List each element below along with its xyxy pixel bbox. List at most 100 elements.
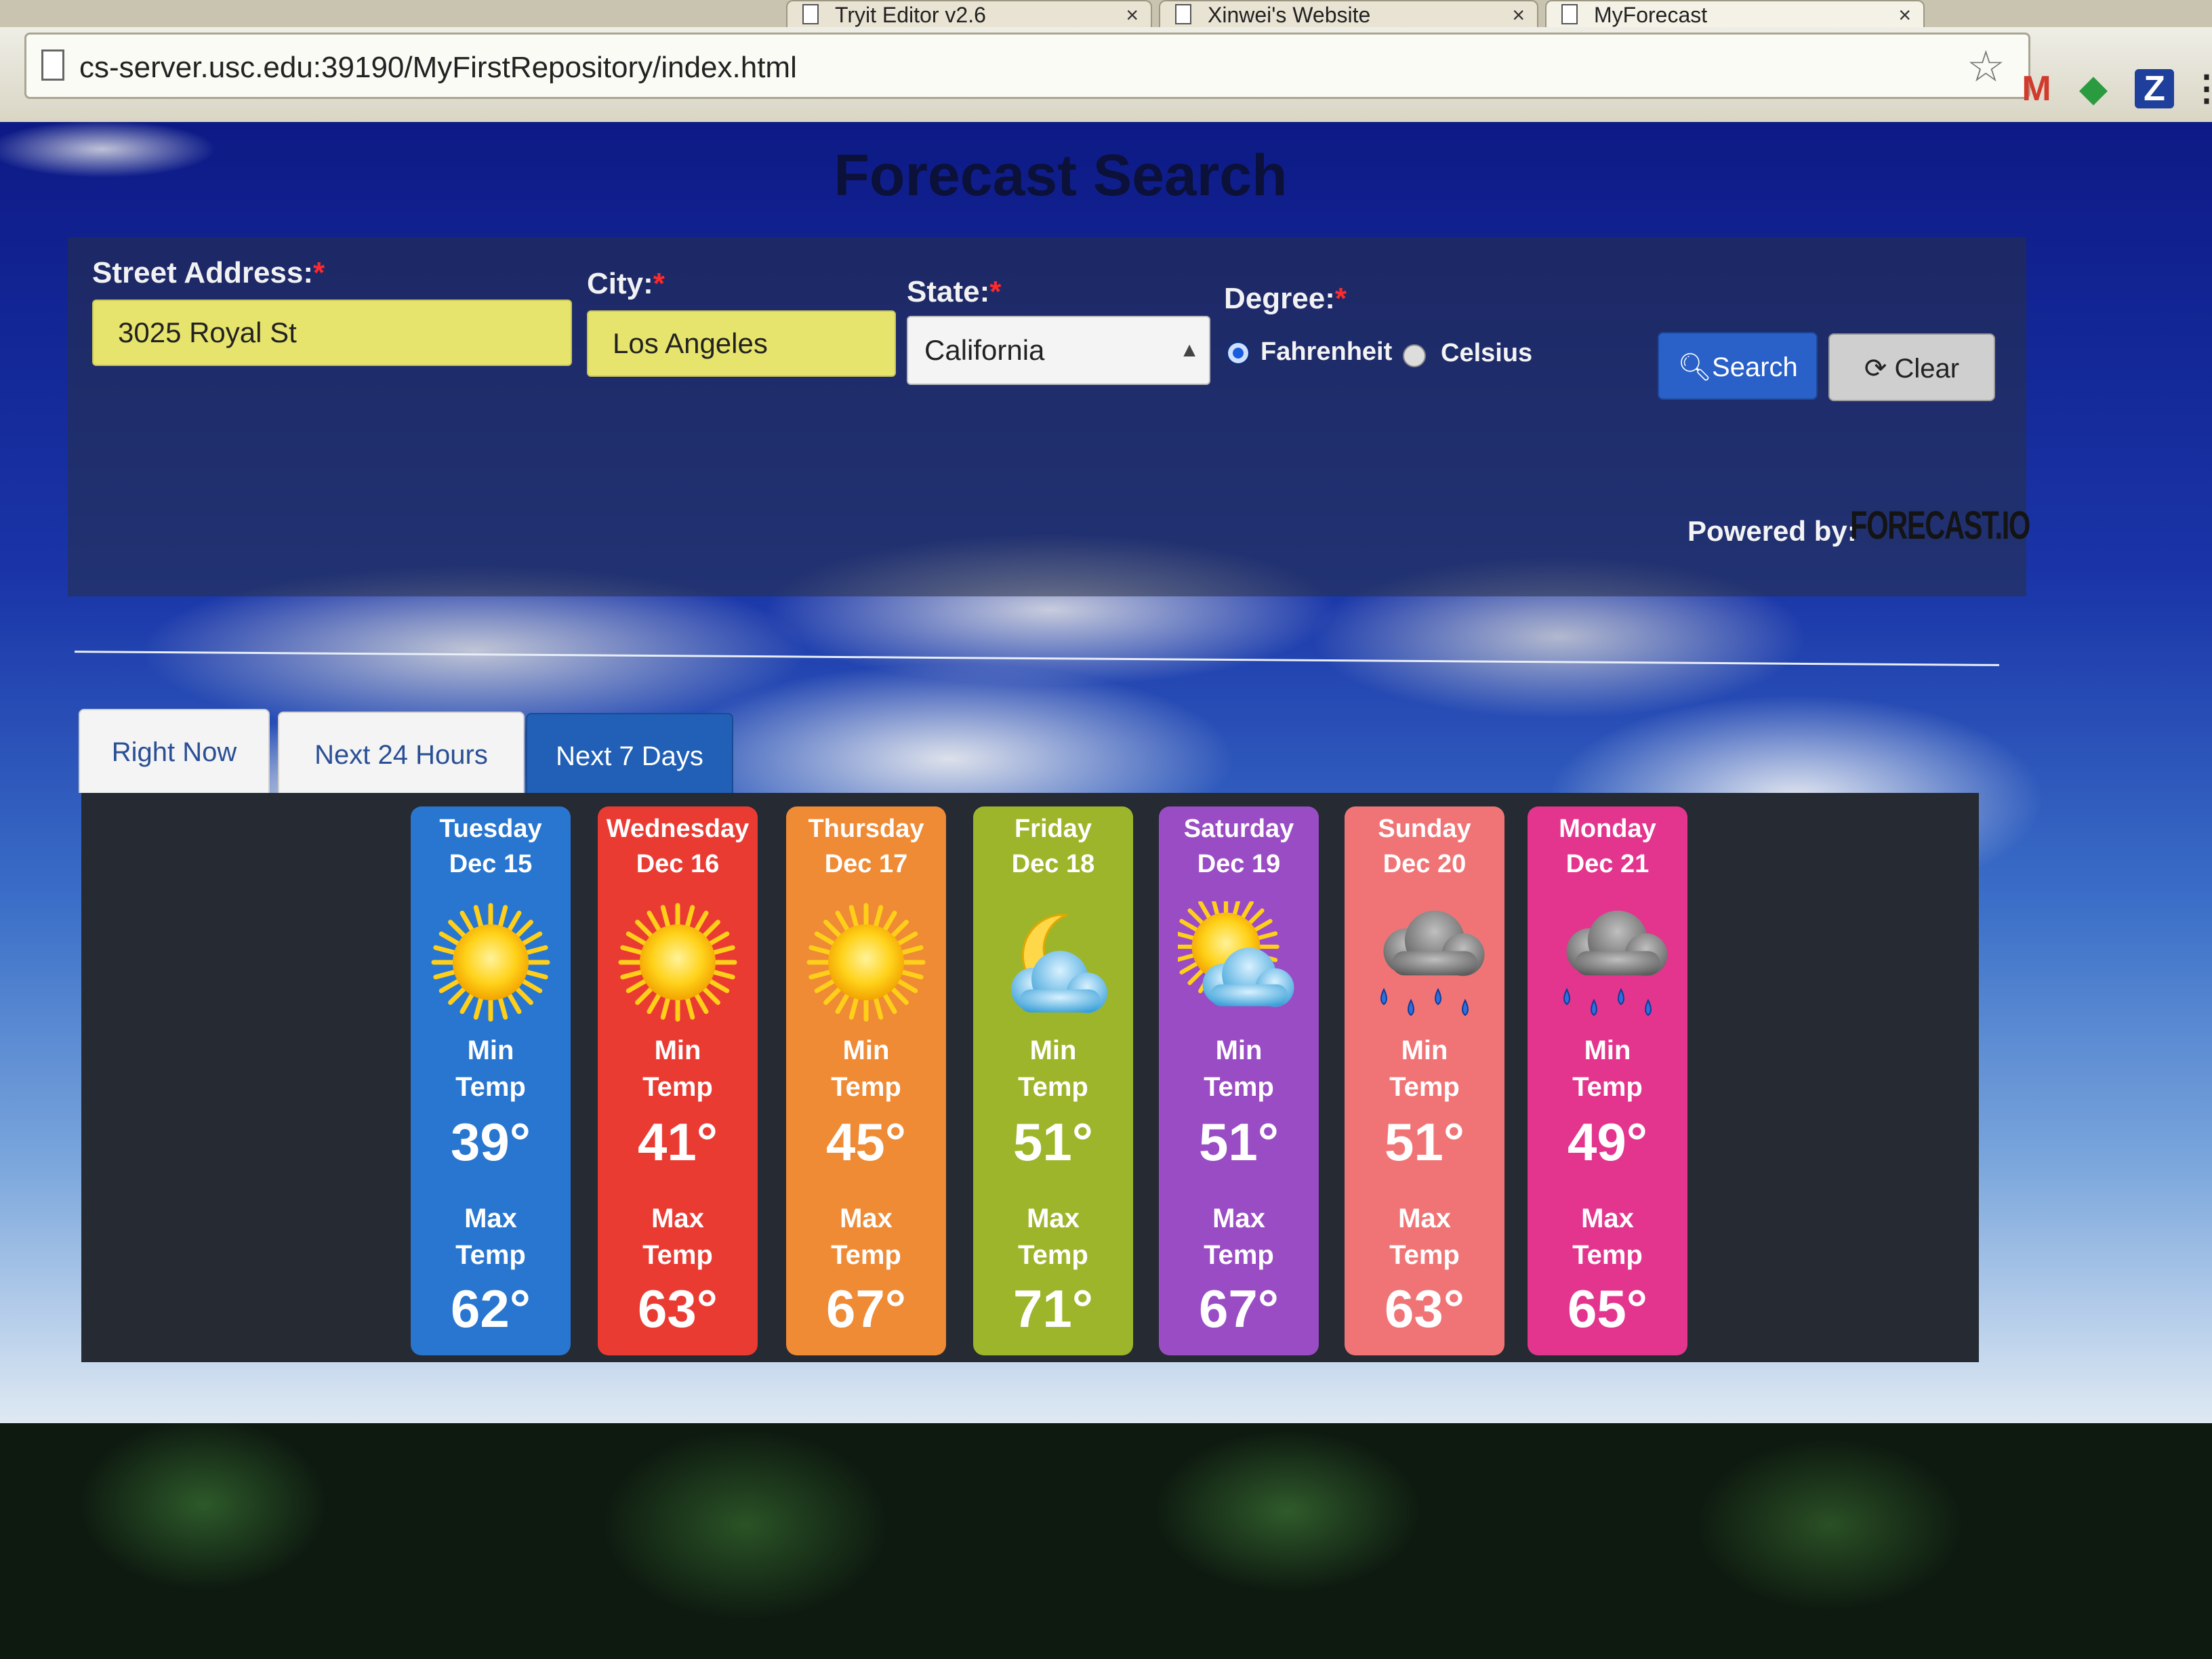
max-temp: 65° <box>1568 1279 1647 1338</box>
temp-label: Temp <box>642 1072 713 1102</box>
min-temp: 39° <box>451 1112 531 1172</box>
temp-label: Temp <box>1389 1240 1460 1270</box>
tab-favicon-icon <box>802 4 819 24</box>
min-temp: 49° <box>1568 1112 1647 1172</box>
tab-close-icon[interactable]: × <box>1898 1 1911 28</box>
celsius-radio[interactable] <box>1403 344 1426 367</box>
sun-icon <box>805 901 927 1023</box>
max-temp: 63° <box>1385 1279 1465 1338</box>
page-icon <box>41 49 64 81</box>
sun-icon <box>430 901 552 1023</box>
browser-menu-icon[interactable]: ⋮ <box>2189 69 2212 108</box>
tab-title: Xinwei's Website <box>1208 3 1371 27</box>
day-name: Thursday <box>808 815 924 843</box>
tab-right-now[interactable]: Right Now <box>79 709 270 793</box>
max-temp: 71° <box>1013 1279 1093 1338</box>
min-label: Min <box>842 1036 890 1065</box>
max-label: Max <box>1581 1204 1634 1233</box>
day-date: Dec 21 <box>1565 850 1650 878</box>
section-divider <box>75 651 1999 666</box>
temp-label: Temp <box>455 1072 526 1102</box>
day-name: Monday <box>1559 815 1656 843</box>
search-button[interactable]: 🔍︎Search <box>1658 332 1818 400</box>
min-label: Min <box>1215 1036 1263 1065</box>
state-select[interactable]: California ▲ <box>907 316 1210 385</box>
maps-extension-icon[interactable]: ◆ <box>2074 69 2113 108</box>
day-name: Tuesday <box>439 815 542 843</box>
day-card-saturday: Saturday Dec 19 Min Temp 51° Max Temp 67… <box>1159 806 1319 1355</box>
max-label: Max <box>464 1204 517 1233</box>
min-label: Min <box>1029 1036 1077 1065</box>
temp-label: Temp <box>1572 1240 1643 1270</box>
temp-label: Temp <box>1389 1072 1460 1102</box>
temp-label: Temp <box>1204 1072 1274 1102</box>
required-mark: * <box>313 256 325 289</box>
tab-title: Tryit Editor v2.6 <box>835 3 986 27</box>
forecast-page: Forecast Search Street Address:* 3025 Ro… <box>0 122 2212 1423</box>
address-bar[interactable]: cs-server.usc.edu:39190/MyFirstRepositor… <box>24 33 2030 99</box>
day-date: Dec 20 <box>1382 850 1467 878</box>
gmail-extension-icon[interactable]: M <box>2017 69 2056 108</box>
tab-title: MyForecast <box>1594 3 1708 27</box>
address-url[interactable]: cs-server.usc.edu:39190/MyFirstRepositor… <box>79 51 797 85</box>
browser-tab-strip: Tryit Editor v2.6 × Xinwei's Website × M… <box>0 0 2212 27</box>
required-mark: * <box>653 267 665 300</box>
min-temp: 51° <box>1385 1112 1465 1172</box>
max-label: Max <box>1027 1204 1080 1233</box>
day-card-sunday: Sunday Dec 20 Min Temp 51° Max Temp 63° <box>1345 806 1504 1355</box>
tab-favicon-icon <box>1175 4 1191 24</box>
celsius-label[interactable]: Celsius <box>1441 339 1532 368</box>
city-input[interactable]: Los Angeles <box>587 310 896 377</box>
tab-close-icon[interactable]: × <box>1512 1 1525 28</box>
page-title: Forecast Search <box>834 143 1288 208</box>
browser-tab-tryit[interactable]: Tryit Editor v2.6 × <box>786 0 1152 27</box>
day-card-monday: Monday Dec 21 Min Temp 49° Max Temp 65° <box>1528 806 1687 1355</box>
tab-next-7-days[interactable]: Next 7 Days <box>526 713 733 797</box>
street-address-input[interactable]: 3025 Royal St <box>92 300 572 366</box>
day-name: Wednesday <box>606 815 750 843</box>
temp-label: Temp <box>455 1240 526 1270</box>
day-name: Friday <box>1014 815 1092 843</box>
min-label: Min <box>654 1036 701 1065</box>
forecast-io-logo[interactable]: FORECAST.IO <box>1850 503 2030 548</box>
refresh-icon: ⟳ <box>1864 354 1895 384</box>
rain-cloud-icon <box>1547 901 1668 1023</box>
max-temp: 67° <box>826 1279 906 1338</box>
temp-label: Temp <box>642 1240 713 1270</box>
day-name: Saturday <box>1183 815 1294 843</box>
browser-tab-myforecast[interactable]: MyForecast × <box>1545 0 1925 27</box>
degree-label: Degree:* <box>1224 282 1347 315</box>
min-label: Min <box>1584 1036 1631 1065</box>
clear-button[interactable]: ⟳ Clear <box>1828 333 1995 401</box>
fahrenheit-radio[interactable] <box>1227 342 1250 365</box>
min-label: Min <box>1401 1036 1448 1065</box>
day-date: Dec 17 <box>824 850 908 878</box>
day-card-wednesday: Wednesday Dec 16 Min Temp 41° Max Temp 6… <box>598 806 758 1355</box>
max-label: Max <box>1398 1204 1451 1233</box>
city-label: City:* <box>587 267 665 300</box>
day-card-friday: Friday Dec 18 Min Temp 51° Max Temp 71° <box>973 806 1133 1355</box>
seven-day-panel: Tuesday Dec 15 Min Temp 39° Max Temp 62°… <box>81 793 1979 1362</box>
street-label: Street Address:* <box>92 256 325 289</box>
fahrenheit-label[interactable]: Fahrenheit <box>1261 337 1392 367</box>
sun-cloud-icon <box>1172 893 1300 1023</box>
rain-cloud-icon <box>1364 901 1486 1023</box>
max-label: Max <box>651 1204 704 1233</box>
tab-close-icon[interactable]: × <box>1126 1 1139 28</box>
tab-next-24-hours[interactable]: Next 24 Hours <box>278 712 525 796</box>
search-form: Street Address:* 3025 Royal St City:* Lo… <box>68 237 2030 596</box>
bookmark-star-icon[interactable]: ☆ <box>1967 41 2005 92</box>
temp-label: Temp <box>831 1072 901 1102</box>
browser-tab-xinwei[interactable]: Xinwei's Website × <box>1159 0 1538 27</box>
max-label: Max <box>1212 1204 1265 1233</box>
min-temp: 41° <box>638 1112 718 1172</box>
z-extension-icon[interactable]: Z <box>2135 69 2174 108</box>
powered-by-label: Powered by: <box>1687 515 1857 547</box>
max-temp: 67° <box>1199 1279 1279 1338</box>
temp-label: Temp <box>1572 1072 1643 1102</box>
day-card-thursday: Thursday Dec 17 Min Temp 45° Max Temp 67… <box>786 806 946 1355</box>
background-scenery <box>0 1423 2212 1659</box>
search-icon: 🔍︎ <box>1677 352 1713 382</box>
temp-label: Temp <box>831 1240 901 1270</box>
state-select-value: California <box>924 334 1045 366</box>
